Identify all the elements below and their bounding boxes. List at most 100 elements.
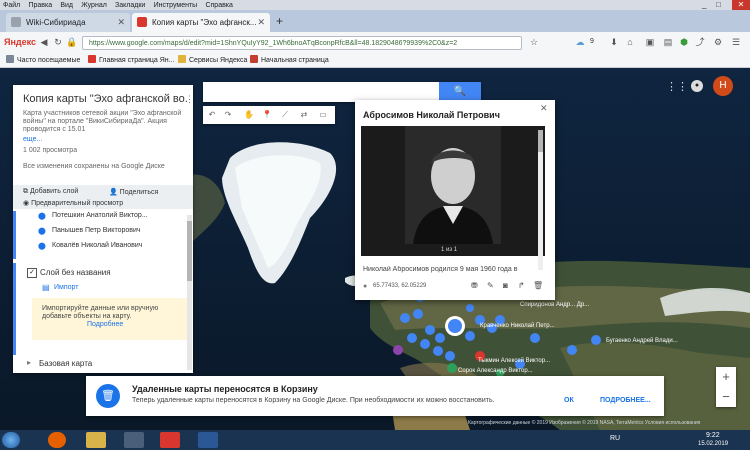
- hand-icon[interactable]: ✋: [243, 109, 255, 121]
- layer-name[interactable]: Слой без названия: [40, 268, 111, 277]
- layer-item-label: Ковалёв Николай Иванович: [52, 242, 143, 249]
- import-icon: ▤: [42, 283, 50, 292]
- popup-scrollbar[interactable]: [538, 130, 543, 270]
- home-icon[interactable]: ⌂: [624, 36, 636, 48]
- notice-text: Теперь удаленные карты переносятся в Кор…: [132, 397, 495, 404]
- os-menu-bar: Файл Правка Вид Журнал Закладки Инструме…: [0, 0, 750, 10]
- yandex-logo[interactable]: Яндекс: [4, 37, 36, 47]
- share-button[interactable]: 👤 Поделиться: [109, 188, 158, 196]
- ruler-icon[interactable]: ▭: [317, 109, 329, 121]
- add-marker-icon[interactable]: 📍: [261, 109, 273, 121]
- start-button[interactable]: [2, 432, 20, 448]
- bookmark-start-page[interactable]: Начальная страница: [250, 54, 329, 67]
- layer-item-label: Панышев Петр Викторович: [52, 227, 141, 234]
- bookmarks-bar: Часто посещаемые Главная страница Ян... …: [0, 54, 750, 68]
- tab-maps[interactable]: Копия карты "Эхо афганск... ✕: [132, 13, 270, 32]
- map-label[interactable]: Кравченко Николай Петр...: [480, 323, 555, 329]
- yandex-favicon-icon: [88, 55, 96, 63]
- explorer-app-icon[interactable]: [86, 432, 106, 448]
- notice-more-button[interactable]: ПОДРОБНЕЕ...: [600, 397, 651, 404]
- addon-icon[interactable]: ⬢: [678, 36, 690, 48]
- lock-icon: 🔒: [66, 37, 78, 47]
- bookmark-star-icon[interactable]: ☆: [528, 36, 540, 48]
- bookmark-yandex-services[interactable]: Сервисы Яндекса: [178, 54, 247, 67]
- cloud-icon[interactable]: ☁: [574, 36, 586, 48]
- directions-to-icon[interactable]: ↱: [518, 281, 525, 290]
- import-link[interactable]: Импорт: [54, 284, 78, 291]
- title-menu-icon[interactable]: ⋮: [185, 94, 194, 105]
- extensions-icon[interactable]: ▣: [644, 36, 656, 48]
- close-window-icon[interactable]: ✕: [732, 0, 750, 10]
- layers-icon: ⧉: [23, 188, 28, 195]
- reload-icon[interactable]: ↻: [52, 36, 64, 48]
- coordinates: 65.77433, 62.05229: [373, 283, 427, 289]
- add-layer-label: Добавить слой: [29, 188, 79, 195]
- layer-checkbox[interactable]: ✓: [27, 268, 37, 278]
- portrait-photo[interactable]: [361, 126, 545, 256]
- panel-scrollbar[interactable]: [187, 215, 192, 370]
- map-toolbar: ↶ ↷ ✋ 📍 ⟋ ⇄ ▭: [203, 106, 335, 124]
- add-layer-button[interactable]: ⧉ Добавить слой: [23, 188, 78, 196]
- avatar[interactable]: Н: [713, 76, 733, 96]
- apps-grid-icon[interactable]: ⋮⋮: [666, 80, 688, 93]
- map-pin-icon: ⬤: [38, 228, 46, 235]
- add-person-icon: 👤: [109, 189, 118, 196]
- media-app-icon[interactable]: [124, 432, 144, 448]
- maximize-icon[interactable]: □: [716, 0, 721, 9]
- more-link[interactable]: еще...: [23, 136, 42, 144]
- bookmark-yandex-home[interactable]: Главная страница Ян...: [88, 54, 174, 67]
- edit-icon[interactable]: ✎: [487, 281, 494, 290]
- map-label[interactable]: Спиридонов Андр... Др...: [520, 302, 589, 308]
- camera-icon[interactable]: ◙: [503, 281, 508, 290]
- firefox-app-icon[interactable]: [48, 432, 66, 448]
- map-title[interactable]: Копия карты "Эхо афганской во...: [23, 93, 187, 105]
- zoom-in-button[interactable]: +: [716, 367, 736, 387]
- view-count: 1 002 просмотра: [23, 147, 78, 154]
- clock-time[interactable]: 9:22: [706, 432, 720, 439]
- style-icon[interactable]: ⛃: [471, 281, 478, 290]
- new-tab-button[interactable]: +: [276, 14, 283, 28]
- folder-icon: [178, 55, 186, 63]
- popup-close-icon[interactable]: ✕: [540, 103, 548, 114]
- reader-icon[interactable]: ▤: [662, 36, 674, 48]
- url-input[interactable]: https://www.google.com/maps/d/edit?mid=1…: [82, 36, 522, 50]
- map-label[interactable]: Бугаенко Андрей Влади...: [606, 338, 678, 344]
- draw-line-icon[interactable]: ⟋: [279, 109, 291, 121]
- language-indicator[interactable]: RU: [610, 435, 620, 442]
- import-more-link[interactable]: Подробнее: [87, 321, 123, 328]
- map-description: Карта участников сетевой акции "Эхо афга…: [23, 110, 182, 133]
- clock-date[interactable]: 15.02.2019: [698, 441, 728, 447]
- zoom-out-button[interactable]: −: [716, 387, 736, 407]
- notice-ok-button[interactable]: ОК: [564, 397, 574, 404]
- minimize-icon[interactable]: _: [702, 0, 706, 9]
- weather-badge: 9: [590, 38, 594, 45]
- preview-button[interactable]: ◉ Предварительный просмотр: [23, 199, 123, 207]
- delete-icon[interactable]: 🗑: [533, 281, 543, 290]
- redo-icon[interactable]: ↷: [222, 109, 234, 121]
- base-map-row[interactable]: ▸ Базовая карта: [13, 355, 193, 373]
- word-app-icon[interactable]: [198, 432, 218, 448]
- tab-wiki[interactable]: Wiki-Сибириада ✕: [6, 13, 130, 32]
- notice-title: Удаленные карты переносятся в Корзину: [132, 384, 318, 394]
- zoom-control: + −: [716, 367, 736, 407]
- close-tab-icon[interactable]: ✕: [257, 13, 265, 32]
- map-label[interactable]: Тыкмин Алексей Виктор...: [478, 358, 550, 364]
- notifications-icon[interactable]: ●: [691, 80, 703, 92]
- photo-frame: 1 из 1: [361, 126, 545, 256]
- download-icon[interactable]: ⬇: [608, 36, 620, 48]
- map-label[interactable]: Сорок Александр Виктор...: [458, 368, 533, 374]
- bookmark-frequent[interactable]: Часто посещаемые: [6, 54, 80, 67]
- back-icon[interactable]: ◀: [38, 36, 50, 48]
- settings-menu-icon[interactable]: ⚙: [712, 36, 724, 48]
- panel-actions: ⧉ Добавить слой 👤 Поделиться ◉ Предварит…: [13, 185, 193, 209]
- window-controls: _ □ ✕: [700, 0, 750, 10]
- directions-icon[interactable]: ⇄: [298, 109, 310, 121]
- hamburger-menu-icon[interactable]: ☰: [730, 36, 742, 48]
- undo-icon[interactable]: ↶: [206, 109, 218, 121]
- search-button[interactable]: 🔍: [439, 82, 481, 102]
- tab-title: Копия карты "Эхо афганск...: [152, 18, 257, 27]
- yandex-app-icon[interactable]: [160, 432, 180, 448]
- deleted-maps-notice: 🗑 Удаленные карты переносятся в Корзину …: [86, 376, 664, 416]
- share-browser-icon[interactable]: ⤴: [694, 36, 706, 48]
- close-tab-icon[interactable]: ✕: [117, 13, 125, 32]
